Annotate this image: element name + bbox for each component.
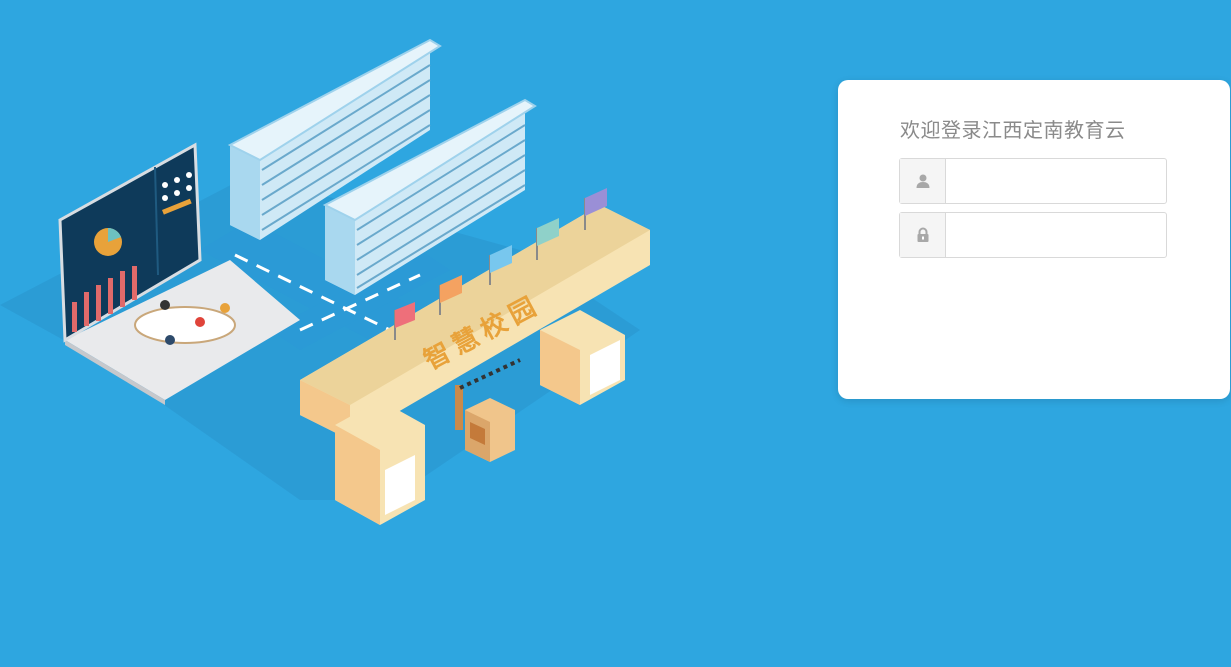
login-title: 欢迎登录江西定南教育云: [900, 118, 1126, 142]
login-page: 智慧校园 欢迎登录江西定南教育云: [0, 0, 1231, 667]
smart-campus-illustration: 智慧校园: [0, 38, 650, 525]
lock-icon: [900, 213, 946, 257]
username-input[interactable]: [946, 159, 1166, 203]
login-card: 欢迎登录江西定南教育云: [838, 80, 1230, 399]
password-input[interactable]: [946, 213, 1166, 257]
username-field: [899, 158, 1167, 204]
password-field: [899, 212, 1167, 258]
user-icon: [900, 159, 946, 203]
